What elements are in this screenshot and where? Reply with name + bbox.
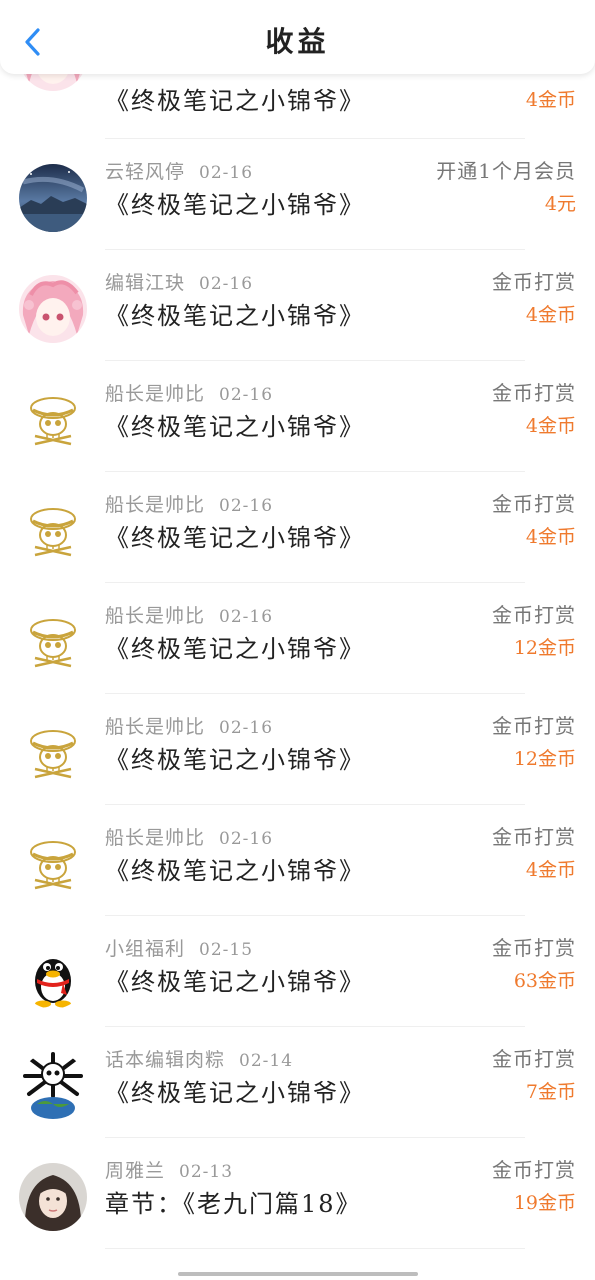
- earning-type: 金币打赏: [492, 1158, 576, 1182]
- earning-amount: 4金币: [525, 859, 576, 881]
- earning-type: 金币打赏: [492, 603, 576, 627]
- top-nav-bar: 收益: [0, 0, 595, 74]
- sender-info: 船长是帅比 02-16: [105, 601, 273, 628]
- earning-row[interactable]: 编辑江玦 02-16 《终极笔记之小锦爷》 金币打赏 4金币: [0, 250, 595, 361]
- earning-amount: 4金币: [525, 526, 576, 548]
- page-title: 收益: [265, 25, 330, 58]
- earning-row[interactable]: 船长是帅比 02-16 《终极笔记之小锦爷》 金币打赏 4金币: [0, 361, 595, 472]
- earning-row[interactable]: 船长是帅比 02-16 《终极笔记之小锦爷》 金币打赏 12金币: [0, 583, 595, 694]
- sender-info: 船长是帅比 02-16: [105, 823, 273, 850]
- earning-row[interactable]: 小组福利 02-15 《终极笔记之小锦爷》 金币打赏 63金币: [0, 916, 595, 1027]
- avatar[interactable]: [19, 719, 87, 787]
- sender-name: 船长是帅比: [105, 827, 206, 849]
- earning-row[interactable]: 船长是帅比 02-16 《终极笔记之小锦爷》 金币打赏 4金币: [0, 472, 595, 583]
- earning-type: 金币打赏: [492, 381, 576, 405]
- earning-type: 金币打赏: [492, 825, 576, 849]
- avatar[interactable]: [19, 941, 87, 1009]
- sender-info: 船长是帅比 02-16: [105, 379, 273, 406]
- sender-name: 船长是帅比: [105, 383, 206, 405]
- earning-amount: 63金币: [513, 970, 576, 992]
- date: 02-16: [199, 163, 254, 183]
- date: 02-16: [199, 274, 254, 294]
- earning-row[interactable]: 话本编辑肉粽 02-14 《终极笔记之小锦爷》 金币打赏 7金币: [0, 1027, 595, 1138]
- sender-name: 船长是帅比: [105, 494, 206, 516]
- avatar[interactable]: [19, 1163, 87, 1231]
- sender-info: 云轻风停 02-16: [105, 157, 253, 184]
- earning-type: 金币打赏: [492, 492, 576, 516]
- sender-info: 编辑江玦 02-16: [105, 268, 253, 295]
- book-title: 章节：《老九门篇18》: [105, 1190, 362, 1218]
- book-title: 《终极笔记之小锦爷》: [105, 191, 365, 219]
- earning-amount: 7金币: [525, 1081, 576, 1103]
- book-title: 《终极笔记之小锦爷》: [105, 857, 365, 885]
- book-title: 《终极笔记之小锦爷》: [105, 635, 365, 663]
- sender-name: 小组福利: [105, 938, 186, 960]
- sender-info: 话本编辑肉粽 02-14: [105, 1045, 293, 1072]
- book-title: 《终极笔记之小锦爷》: [105, 968, 365, 996]
- date: 02-13: [179, 1162, 234, 1182]
- sender-name: 船长是帅比: [105, 605, 206, 627]
- sender-name: 船长是帅比: [105, 716, 206, 738]
- earning-amount: 4金币: [525, 304, 576, 326]
- sender-info: 周雅兰 02-13: [105, 1156, 233, 1183]
- sender-name: 编辑江玦: [105, 272, 186, 294]
- earning-amount: 12金币: [513, 637, 576, 659]
- earning-amount: 4金币: [525, 415, 576, 437]
- sender-name: 云轻风停: [105, 161, 186, 183]
- sender-name: 周雅兰: [105, 1160, 166, 1182]
- avatar[interactable]: [19, 608, 87, 676]
- date: 02-16: [219, 829, 274, 849]
- avatar[interactable]: [19, 164, 87, 232]
- book-title: 《终极笔记之小锦爷》: [105, 524, 365, 552]
- date: 02-16: [219, 607, 274, 627]
- avatar[interactable]: [19, 386, 87, 454]
- sender-info: 船长是帅比 02-16: [105, 712, 273, 739]
- sender-info: 船长是帅比 02-16: [105, 490, 273, 517]
- earning-type: 金币打赏: [492, 714, 576, 738]
- earning-amount: 19金币: [513, 1192, 576, 1214]
- earning-row[interactable]: 船长是帅比 02-16 《终极笔记之小锦爷》 金币打赏 12金币: [0, 694, 595, 805]
- date: 02-16: [219, 496, 274, 516]
- earning-type: 开通1个月会员: [436, 159, 576, 183]
- sender-info: 小组福利 02-15: [105, 934, 253, 961]
- avatar[interactable]: [19, 497, 87, 565]
- earning-type: 金币打赏: [492, 1047, 576, 1071]
- avatar[interactable]: [19, 1052, 87, 1120]
- earning-amount: 4金币: [525, 89, 576, 111]
- book-title: 《终极笔记之小锦爷》: [105, 1079, 365, 1107]
- date: 02-16: [219, 718, 274, 738]
- book-title: 《终极笔记之小锦爷》: [105, 746, 365, 774]
- date: 02-14: [239, 1051, 294, 1071]
- home-indicator: [178, 1272, 418, 1276]
- earning-row[interactable]: 云轻风停 02-16 《终极笔记之小锦爷》 开通1个月会员 4元: [0, 139, 595, 250]
- book-title: 《终极笔记之小锦爷》: [105, 87, 365, 115]
- earning-row[interactable]: 船长是帅比 02-16 《终极笔记之小锦爷》 金币打赏 4金币: [0, 805, 595, 916]
- earning-amount: 12金币: [513, 748, 576, 770]
- earning-row[interactable]: 周雅兰 02-13 章节：《老九门篇18》 金币打赏 19金币: [0, 1138, 595, 1249]
- book-title: 《终极笔记之小锦爷》: [105, 413, 365, 441]
- date: 02-16: [219, 385, 274, 405]
- sender-name: 话本编辑肉粽: [105, 1049, 226, 1071]
- earning-amount: 4元: [544, 193, 576, 215]
- earning-type: 金币打赏: [492, 270, 576, 294]
- book-title: 《终极笔记之小锦爷》: [105, 302, 365, 330]
- earnings-list: 《终极笔记之小锦爷》 4金币 云轻风停 02-16 《终极笔记之小锦爷》 开通1个月会员 4…: [0, 24, 595, 1280]
- earning-type: 金币打赏: [492, 936, 576, 960]
- avatar[interactable]: [19, 830, 87, 898]
- avatar[interactable]: [19, 275, 87, 343]
- row-divider: [105, 1248, 525, 1249]
- date: 02-15: [199, 940, 254, 960]
